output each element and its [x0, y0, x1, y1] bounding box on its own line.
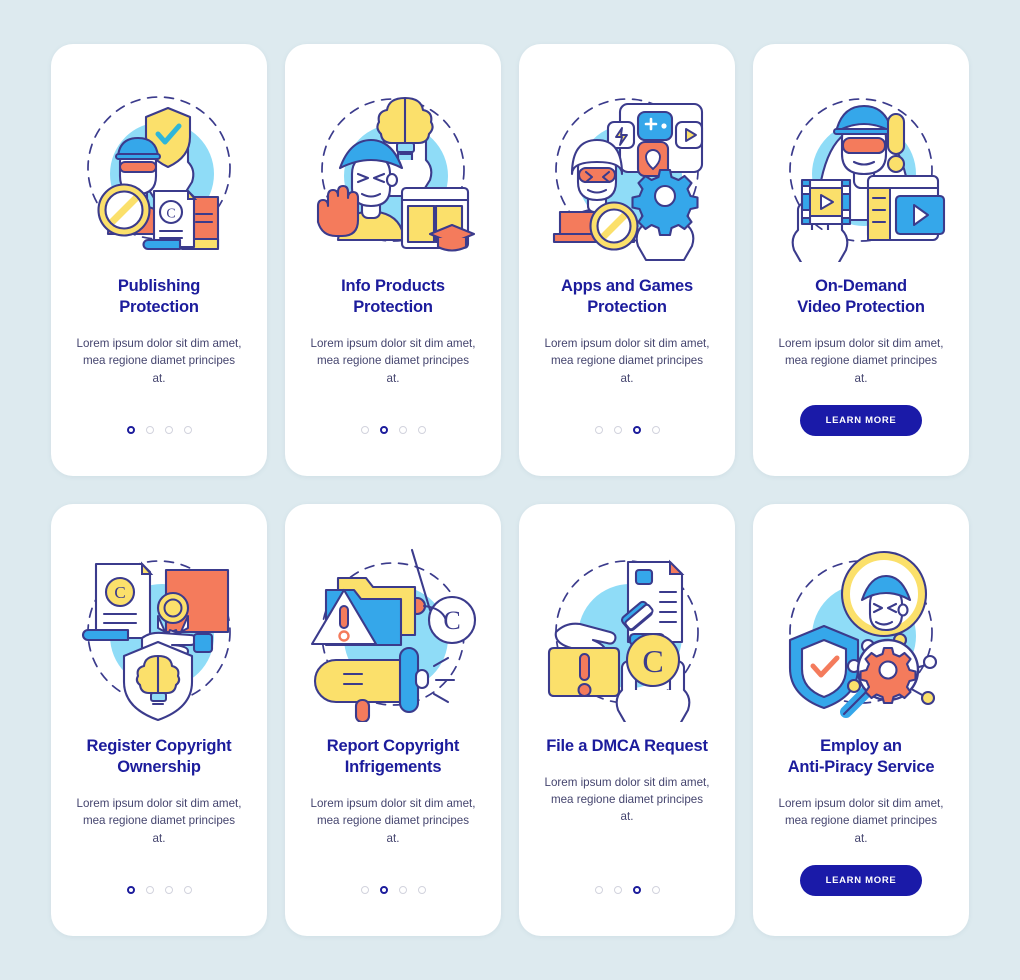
pagination-dot-2[interactable] [379, 886, 388, 894]
card-description: Lorem ipsum dolor sit dim amet, mea regi… [76, 337, 242, 385]
pagination-dot-3[interactable] [398, 426, 407, 434]
pagination-dots[interactable] [126, 886, 192, 894]
onboarding-screens-board: C Publishing Protection Lorem ipsum dolo… [0, 0, 1020, 980]
employ-an-anti-piracy-service-illustration [772, 544, 950, 722]
pagination-dot-4[interactable] [183, 886, 192, 894]
svg-text:C: C [642, 643, 663, 679]
onboarding-card-on-demand-video-protection[interactable]: On-Demand Video Protection Lorem ipsum d… [753, 44, 969, 476]
onboarding-card-register-copyright-ownership[interactable]: C Register Copyright Ownership Lorem ips… [51, 504, 267, 936]
card-title: Info Products Protection [341, 277, 445, 317]
card-description: Lorem ipsum dolor sit dim amet, mea regi… [76, 797, 242, 845]
file-a-dmca-request-illustration: C [538, 544, 716, 722]
card-description: Lorem ipsum dolor sit dim amet, mea regi… [778, 337, 944, 385]
pagination-dot-3[interactable] [398, 886, 407, 894]
card-description: Lorem ipsum dolor sit dim amet, mea regi… [544, 337, 710, 385]
pagination-dots[interactable] [360, 426, 426, 434]
pagination-dot-2[interactable] [145, 886, 154, 894]
pagination-dot-1[interactable] [360, 426, 369, 434]
onboarding-card-employ-an-anti-piracy-service[interactable]: Employ an Anti-Piracy Service Lorem ipsu… [753, 504, 969, 936]
card-description: Lorem ipsum dolor sit dim amet, mea regi… [310, 337, 476, 385]
pagination-dot-4[interactable] [183, 426, 192, 434]
report-copyright-infrigements-illustration: C [304, 544, 482, 722]
onboarding-card-report-copyright-infrigements[interactable]: C Report Copyright Infrigements Lorem ip… [285, 504, 501, 936]
info-products-protection-illustration [304, 84, 482, 262]
card-description: Lorem ipsum dolor sit dim amet, mea regi… [310, 797, 476, 845]
card-title: Publishing Protection [117, 277, 201, 317]
card-title: File a DMCA Request [546, 737, 708, 755]
learn-more-button[interactable]: LEARN MORE [799, 405, 923, 436]
pagination-dot-4[interactable] [651, 886, 660, 894]
card-description: Lorem ipsum dolor sit dim amet, mea regi… [544, 776, 710, 824]
pagination-dot-2[interactable] [145, 426, 154, 434]
onboarding-card-publishing-protection[interactable]: C Publishing Protection Lorem ipsum dolo… [51, 44, 267, 476]
onboarding-card-file-a-dmca-request[interactable]: C File a DMCA Request Lorem ipsum dolor … [519, 504, 735, 936]
onboarding-card-apps-and-games-protection[interactable]: Apps and Games Protection Lorem ipsum do… [519, 44, 735, 476]
svg-text:C: C [166, 207, 175, 222]
onboarding-card-info-products-protection[interactable]: Info Products Protection Lorem ipsum dol… [285, 44, 501, 476]
register-copyright-ownership-illustration: C [70, 544, 248, 722]
svg-text:C: C [114, 583, 125, 602]
pagination-dot-2[interactable] [613, 426, 622, 434]
pagination-dots[interactable] [594, 426, 660, 434]
card-description: Lorem ipsum dolor sit dim amet, mea regi… [778, 797, 944, 845]
card-title: Apps and Games Protection [561, 277, 693, 317]
pagination-dot-2[interactable] [613, 886, 622, 894]
card-title: Report Copyright Infrigements [326, 737, 460, 777]
pagination-dot-1[interactable] [594, 886, 603, 894]
card-title: Employ an Anti-Piracy Service [787, 737, 935, 777]
pagination-dots[interactable] [594, 886, 660, 894]
pagination-dot-1[interactable] [126, 426, 135, 434]
apps-and-games-protection-illustration [538, 84, 716, 262]
pagination-dot-3[interactable] [164, 426, 173, 434]
publishing-protection-illustration: C [70, 84, 248, 262]
pagination-dots[interactable] [126, 426, 192, 434]
pagination-dot-4[interactable] [417, 426, 426, 434]
card-title: On-Demand Video Protection [797, 277, 925, 317]
pagination-dot-1[interactable] [594, 426, 603, 434]
pagination-dot-2[interactable] [379, 426, 388, 434]
pagination-dot-1[interactable] [126, 886, 135, 894]
on-demand-video-protection-illustration [772, 84, 950, 262]
pagination-dot-4[interactable] [417, 886, 426, 894]
pagination-dot-1[interactable] [360, 886, 369, 894]
learn-more-button[interactable]: LEARN MORE [799, 865, 923, 896]
pagination-dot-3[interactable] [164, 886, 173, 894]
pagination-dot-3[interactable] [632, 426, 641, 434]
pagination-dots[interactable] [360, 886, 426, 894]
pagination-dot-4[interactable] [651, 426, 660, 434]
pagination-dot-3[interactable] [632, 886, 641, 894]
card-title: Register Copyright Ownership [86, 737, 232, 777]
